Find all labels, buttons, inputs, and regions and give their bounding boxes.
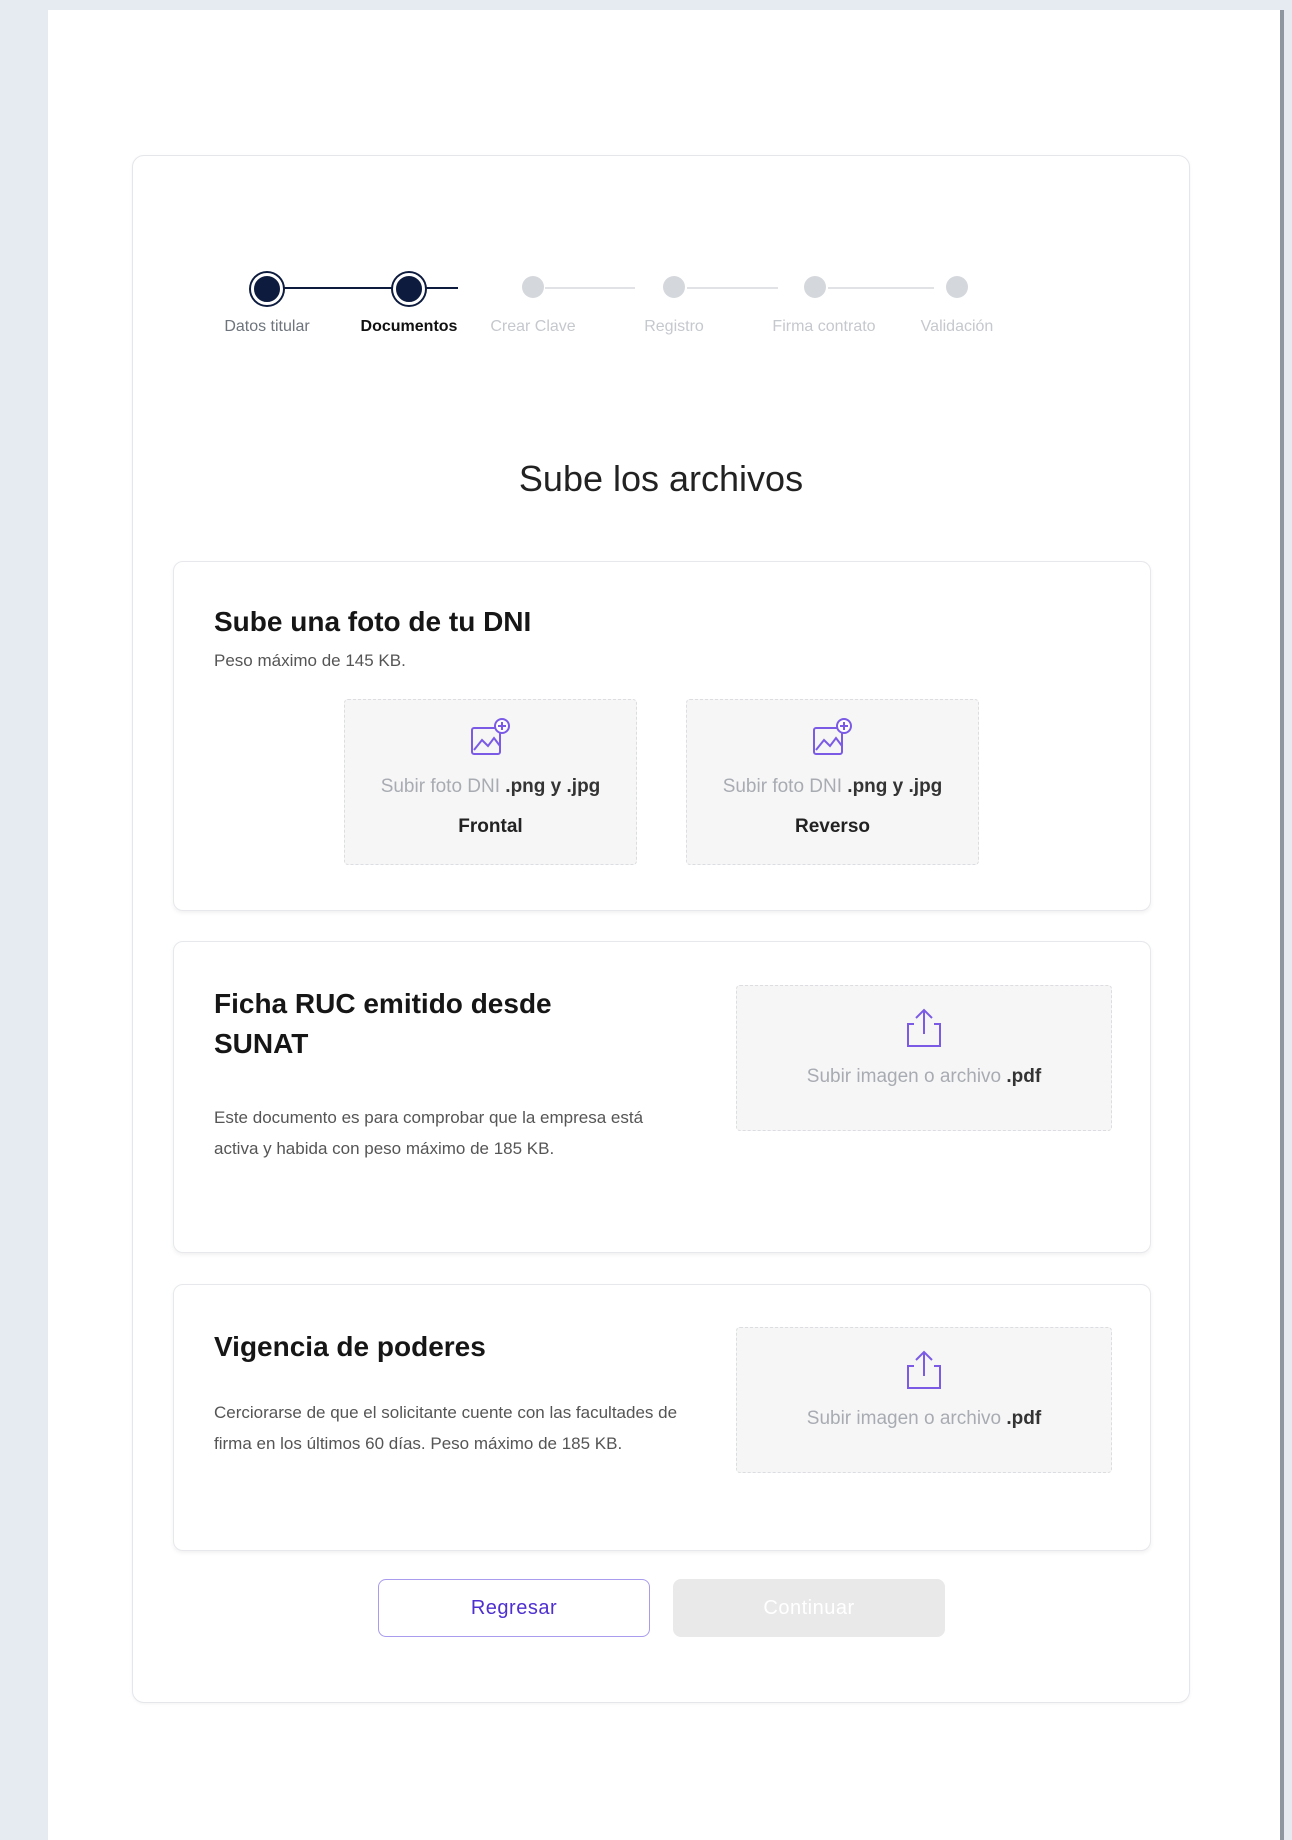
- step-label-documentos: Documentos: [360, 318, 458, 335]
- poderes-upload-ext: .pdf: [1006, 1408, 1042, 1429]
- ruc-upload-dropzone[interactable]: Subir imagen o archivo .pdf: [736, 985, 1112, 1131]
- progress-stepper: Datos titular Documentos Crear Clave Reg…: [224, 273, 1083, 356]
- dni-front-dropzone[interactable]: Subir foto DNI .png y .jpg Frontal: [344, 699, 637, 865]
- step-label-validacion: Validación: [920, 318, 994, 335]
- step-connector: [280, 287, 394, 289]
- step-dot-firma-contrato: [804, 276, 826, 298]
- step-dot-documentos: [393, 273, 425, 305]
- dni-back-text: Subir foto DNI .png y .jpg: [722, 776, 943, 797]
- upload-icon: [900, 1006, 948, 1050]
- step-label-crear-clave: Crear Clave: [490, 318, 576, 335]
- step-connector: [420, 287, 458, 289]
- form-card: Datos titular Documentos Crear Clave Reg…: [132, 155, 1190, 1703]
- dni-section-subtitle: Peso máximo de 145 KB.: [214, 651, 406, 670]
- image-upload-icon: [468, 716, 514, 762]
- step-connector: [545, 287, 635, 289]
- ruc-section-title: Ficha RUC emitido desde SUNAT: [214, 988, 552, 1059]
- step-connector: [687, 287, 778, 289]
- ruc-upload-text: Subir imagen o archivo .pdf: [806, 1066, 1042, 1087]
- step-dot-datos-titular: [251, 273, 283, 305]
- poderes-upload-text: Subir imagen o archivo .pdf: [806, 1408, 1042, 1429]
- step-dot-registro: [663, 276, 685, 298]
- step-dot-validacion: [946, 276, 968, 298]
- step-label-registro: Registro: [644, 318, 704, 335]
- dni-back-dropzone[interactable]: Subir foto DNI .png y .jpg Reverso: [686, 699, 979, 865]
- upload-icon: [900, 1348, 948, 1392]
- page-title: Sube los archivos: [518, 458, 804, 499]
- ruc-section-description: Este documento es para comprobar que la …: [214, 1108, 644, 1158]
- dni-front-ext: .png y .jpg: [505, 776, 601, 797]
- dni-front-text: Subir foto DNI .png y .jpg: [380, 776, 601, 797]
- step-label-firma-contrato: Firma contrato: [772, 318, 876, 335]
- step-label-datos-titular: Datos titular: [224, 318, 310, 335]
- continue-button[interactable]: Continuar: [673, 1579, 945, 1637]
- poderes-section-title: Vigencia de poderes: [214, 1331, 486, 1362]
- poderes-upload-dropzone[interactable]: Subir imagen o archivo .pdf: [736, 1327, 1112, 1473]
- step-dot-crear-clave: [522, 276, 544, 298]
- poderes-section: Vigencia de poderes Cerciorarse de que e…: [173, 1284, 1151, 1551]
- dni-section: Sube una foto de tu DNI Peso máximo de 1…: [173, 561, 1151, 911]
- dni-back-caption: Reverso: [795, 816, 870, 837]
- back-button[interactable]: Regresar: [378, 1579, 650, 1637]
- page: Datos titular Documentos Crear Clave Reg…: [48, 10, 1284, 1840]
- dni-front-caption: Frontal: [458, 816, 523, 837]
- step-connector: [828, 287, 934, 289]
- dni-back-ext: .png y .jpg: [847, 776, 943, 797]
- dni-section-title: Sube una foto de tu DNI: [214, 606, 532, 637]
- image-upload-icon: [810, 716, 856, 762]
- ruc-upload-ext: .pdf: [1006, 1066, 1042, 1087]
- poderes-section-description: Cerciorarse de que el solicitante cuente…: [214, 1403, 678, 1453]
- ruc-section: Ficha RUC emitido desde SUNAT Este docum…: [173, 941, 1151, 1253]
